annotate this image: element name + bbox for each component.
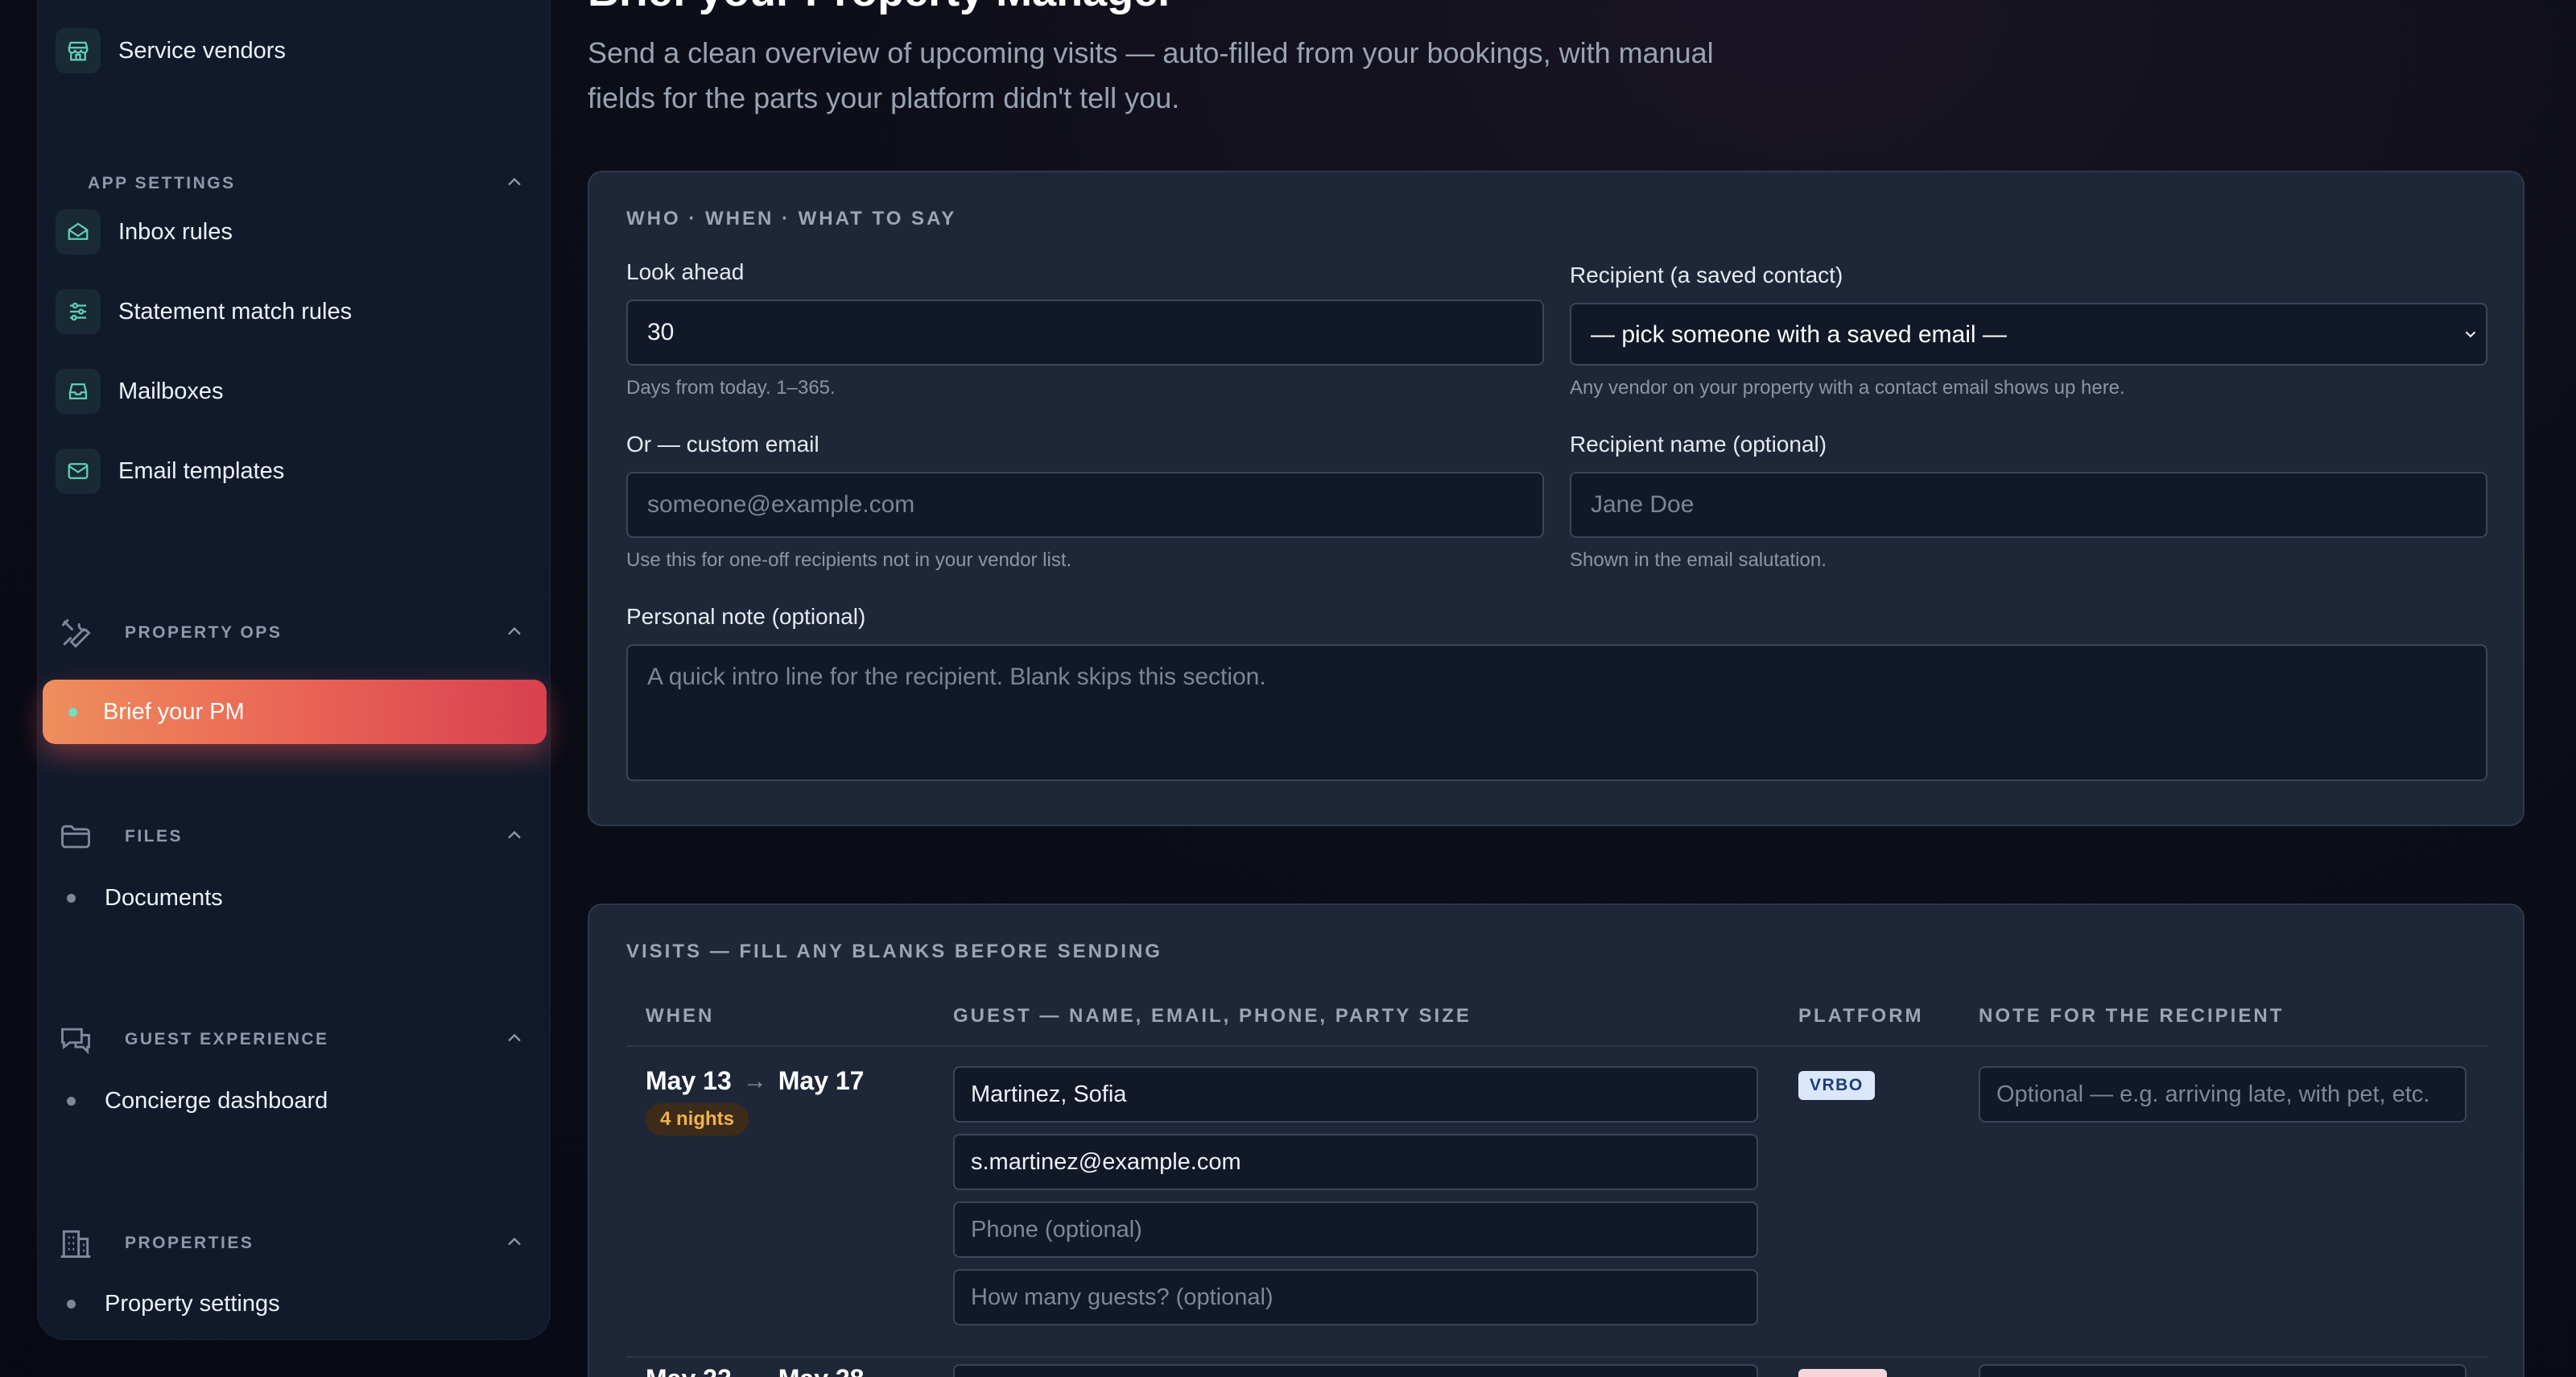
column-header-note: NOTE FOR THE RECIPIENT (1979, 1005, 2285, 1027)
sidebar-item-brief-your-pm[interactable]: Brief your PM (43, 680, 547, 744)
sidebar-item-label: Property settings (105, 1290, 280, 1317)
guest-name-input[interactable] (953, 1066, 1758, 1123)
custom-email-input[interactable] (626, 472, 1544, 538)
section-property-ops[interactable]: PROPERTY OPS (56, 609, 534, 657)
section-heading: PROPERTIES (125, 1234, 254, 1252)
chevron-up-icon[interactable] (503, 620, 526, 647)
sidebar-item-documents[interactable]: Documents (67, 874, 223, 922)
sidebar-item-label: Brief your PM (103, 698, 245, 725)
section-guest-experience[interactable]: GUEST EXPERIENCE (56, 1015, 534, 1064)
sidebar-item-label: Email templates (118, 457, 285, 484)
column-header-guest: GUEST — NAME, EMAIL, PHONE, PARTY SIZE (953, 1005, 1472, 1027)
sidebar-item-statement-match-rules[interactable]: Statement match rules (56, 280, 352, 343)
envelope-icon (56, 449, 101, 494)
arrow-right-icon: → (743, 1366, 767, 1377)
storefront-icon (56, 28, 101, 73)
custom-email-label: Or — custom email (626, 432, 819, 457)
chevron-up-icon[interactable] (503, 824, 526, 851)
row-divider (626, 1356, 2487, 1358)
bullet-dot (67, 893, 76, 903)
active-dot (68, 707, 77, 717)
look-ahead-label: Look ahead (626, 259, 745, 284)
chat-bubbles-icon (56, 1019, 96, 1060)
recipient-hint: Any vendor on your property with a conta… (1570, 377, 2125, 399)
section-files[interactable]: FILES (56, 813, 534, 861)
section-heading: APP SETTINGS (88, 174, 236, 192)
personal-note-label: Personal note (optional) (626, 604, 866, 629)
recipient-select[interactable]: — pick someone with a saved email — (1570, 303, 2487, 366)
visits-card: VISITS — FILL ANY BLANKS BEFORE SENDING … (588, 904, 2524, 1377)
section-heading: FILES (125, 827, 184, 846)
guest-phone-input[interactable] (953, 1201, 1758, 1258)
platform-badge: VRBO (1798, 1071, 1875, 1100)
tray-icon (56, 369, 101, 414)
sidebar-item-label: Documents (105, 884, 223, 911)
look-ahead-input[interactable] (626, 300, 1544, 366)
personal-note-textarea[interactable] (626, 644, 2487, 781)
look-ahead-hint: Days from today. 1–365. (626, 377, 836, 399)
sidebar-item-label: Mailboxes (118, 378, 224, 404)
column-header-when: WHEN (646, 1005, 715, 1027)
recipient-name-input[interactable] (1570, 472, 2487, 538)
chevron-up-icon[interactable] (503, 1027, 526, 1054)
card-heading: VISITS — FILL ANY BLANKS BEFORE SENDING (626, 941, 1162, 962)
chevron-up-icon[interactable] (503, 1230, 526, 1258)
section-heading: PROPERTY OPS (125, 623, 283, 642)
sidebar-item-mailboxes[interactable]: Mailboxes (56, 360, 224, 423)
sidebar-item-service-vendors[interactable]: Service vendors (56, 19, 286, 82)
visit-dates: May 22 → May 28 (646, 1364, 864, 1377)
guest-party-size-input[interactable] (953, 1269, 1758, 1325)
sidebar-item-label: Service vendors (118, 37, 286, 64)
section-heading: GUEST EXPERIENCE (125, 1030, 329, 1048)
column-header-platform: PLATFORM (1798, 1005, 1924, 1027)
recipient-label: Recipient (a saved contact) (1570, 263, 1843, 287)
sidebar-item-property-settings[interactable]: Property settings (67, 1280, 280, 1328)
sidebar-item-label: Concierge dashboard (105, 1087, 328, 1114)
guest-name-input[interactable] (953, 1364, 1758, 1377)
visit-end-date: May 17 (778, 1066, 865, 1095)
sidebar-item-inbox-rules[interactable]: Inbox rules (56, 201, 233, 263)
page-subtitle: Send a clean overview of upcoming visits… (588, 36, 1714, 114)
platform-badge (1798, 1369, 1887, 1377)
sidebar-item-label: Inbox rules (118, 218, 233, 245)
recipient-note-input[interactable] (1979, 1066, 2467, 1123)
visit-end-date: May 28 (778, 1364, 865, 1377)
visit-start-date: May 22 (646, 1364, 732, 1377)
custom-email-hint: Use this for one-off recipients not in y… (626, 549, 1072, 571)
chevron-up-icon[interactable] (503, 171, 526, 198)
building-icon (56, 1223, 96, 1263)
visit-start-date: May 13 (646, 1066, 732, 1095)
sliders-icon (56, 289, 101, 334)
arrow-right-icon: → (742, 1067, 767, 1094)
guest-email-input[interactable] (953, 1134, 1758, 1190)
folder-icon (56, 817, 96, 857)
sidebar-item-email-templates[interactable]: Email templates (56, 440, 284, 502)
visit-dates: May 13 → May 17 (646, 1066, 864, 1096)
recipient-name-label: Recipient name (optional) (1570, 432, 1827, 457)
bullet-dot (67, 1299, 76, 1309)
header-divider (626, 1045, 2487, 1047)
recipient-name-hint: Shown in the email salutation. (1570, 549, 1827, 571)
inbox-icon (56, 209, 101, 254)
nights-badge: 4 nights (646, 1103, 749, 1135)
bullet-dot (67, 1096, 76, 1106)
tools-icon (56, 613, 96, 653)
card-heading: WHO · WHEN · WHAT TO SAY (626, 208, 957, 229)
recipient-form-card: WHO · WHEN · WHAT TO SAY Look ahead Days… (588, 171, 2524, 826)
sidebar: Service vendors APP SETTINGS Inbox rules… (37, 0, 551, 1340)
page-title: Brief your Property Manager (588, 0, 1174, 16)
recipient-note-input[interactable] (1979, 1364, 2467, 1377)
sidebar-item-concierge-dashboard[interactable]: Concierge dashboard (67, 1077, 328, 1125)
section-properties[interactable]: PROPERTIES (56, 1219, 534, 1267)
sidebar-item-label: Statement match rules (118, 298, 353, 325)
